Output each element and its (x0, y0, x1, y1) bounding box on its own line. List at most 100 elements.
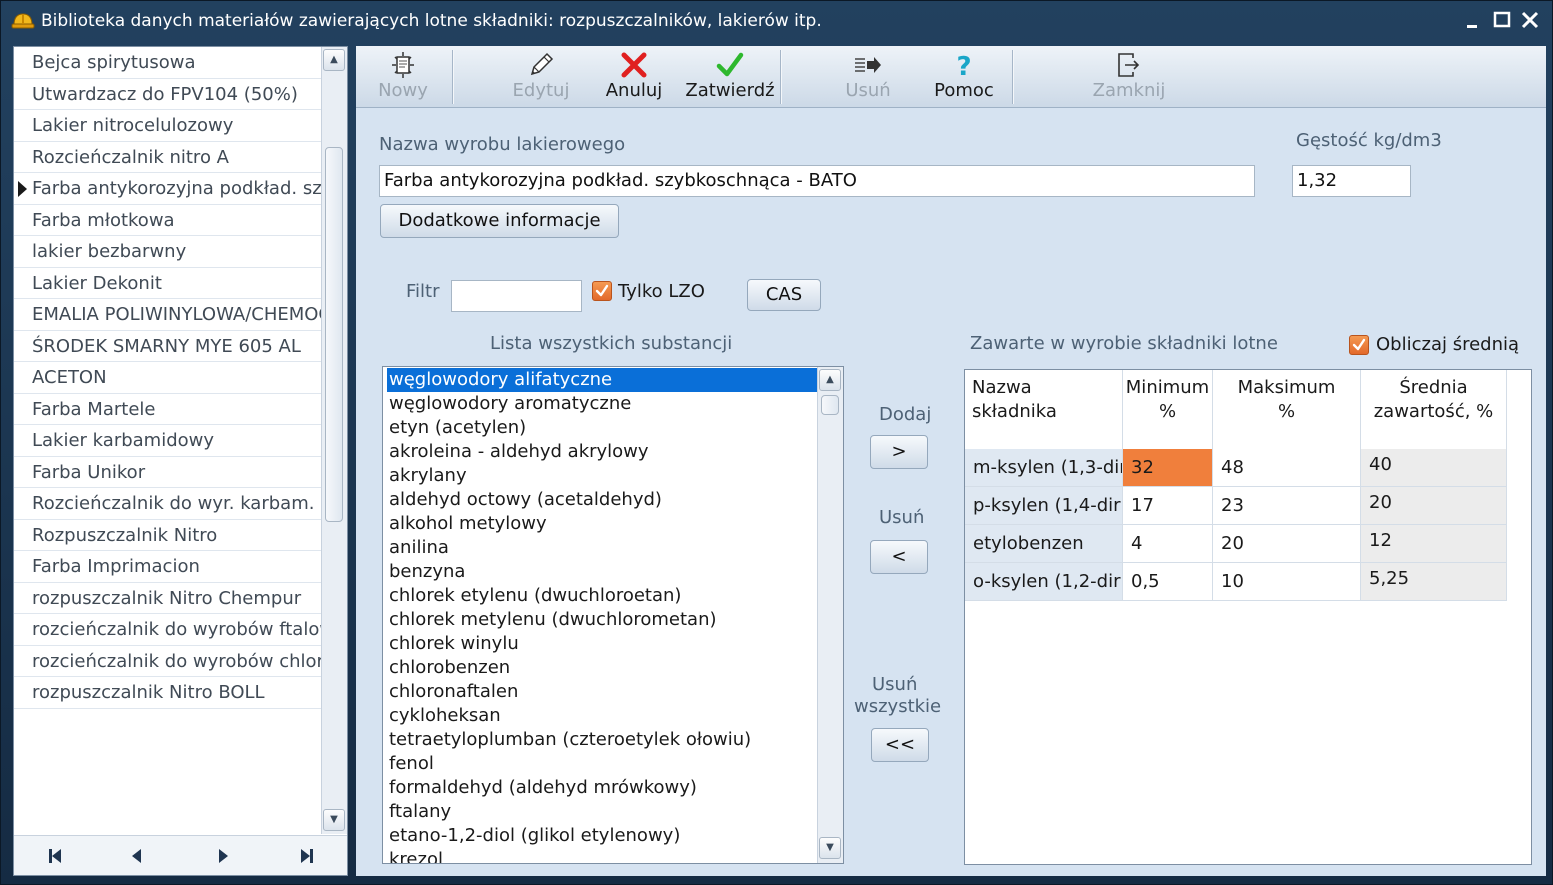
grid-cell-min[interactable]: 4 (1123, 525, 1213, 563)
substance-item[interactable]: chlorobenzen (387, 656, 817, 680)
substance-item[interactable]: chlorek winylu (387, 632, 817, 656)
list-item[interactable]: Lakier karbamidowy (14, 425, 321, 457)
substances-scrollbar[interactable]: ▲ ▼ (817, 367, 843, 863)
scroll-thumb[interactable] (821, 395, 839, 415)
density-input[interactable]: 1,32 (1292, 165, 1411, 197)
substance-item[interactable]: chlorek metylenu (dwuchlorometan) (387, 608, 817, 632)
components-grid[interactable]: Nazwa składnika Minimum % Maksimum % Śre… (964, 369, 1532, 865)
scroll-up-button[interactable]: ▲ (323, 49, 345, 71)
list-item[interactable]: EMALIA POLIWINYLOWA/CHEMOC (14, 299, 321, 331)
grid-cell-max[interactable]: 10 (1213, 563, 1361, 601)
substance-item[interactable]: cykloheksan (387, 704, 817, 728)
grid-cell-avg[interactable]: 5,25 (1361, 563, 1507, 601)
list-item[interactable]: rozpuszczalnik Nitro BOLL (14, 677, 321, 709)
substance-item[interactable]: alkohol metylowy (387, 512, 817, 536)
substance-item[interactable]: etyn (acetylen) (387, 416, 817, 440)
substances-list[interactable]: węglowodory alifatyczne węglowodory aroma… (382, 366, 844, 864)
previous-record-button[interactable] (122, 844, 152, 868)
grid-cell-avg[interactable]: 20 (1361, 487, 1507, 525)
grid-cell-avg[interactable]: 12 (1361, 525, 1507, 563)
product-list-scrollbar[interactable]: ▲ ▼ (321, 47, 347, 834)
substance-item[interactable]: akrylany (387, 464, 817, 488)
list-item[interactable]: rozcieńczalnik do wyrobów chloro (14, 646, 321, 677)
grid-cell-min[interactable]: 32 (1123, 449, 1213, 487)
only-lzo-checkbox[interactable] (592, 281, 612, 301)
substance-item[interactable]: chloronaftalen (387, 680, 817, 704)
list-item[interactable]: rozpuszczalnik Nitro Chempur (14, 583, 321, 614)
scroll-down-button[interactable]: ▼ (819, 837, 841, 859)
first-record-button[interactable] (40, 844, 70, 868)
last-record-button[interactable] (292, 844, 322, 868)
substance-item[interactable]: aldehyd octowy (acetaldehyd) (387, 488, 817, 512)
substance-item[interactable]: akroleina - aldehyd akrylowy (387, 440, 817, 464)
grid-cell-max[interactable]: 20 (1213, 525, 1361, 563)
list-item[interactable]: Farba antykorozyjna podkład. szy (14, 173, 321, 205)
list-item[interactable]: Farba młotkowa (14, 205, 321, 236)
scroll-down-button[interactable]: ▼ (323, 809, 345, 831)
product-list[interactable]: Bejca spirytusowa Utwardzacz do FPV104 (5… (14, 47, 321, 832)
grid-cell-min[interactable]: 0,5 (1123, 563, 1213, 601)
confirm-button[interactable]: Zatwierdź (682, 46, 778, 108)
new-button[interactable]: Nowy (356, 46, 450, 108)
filter-input[interactable] (451, 280, 582, 312)
remove-button[interactable]: < (870, 540, 928, 574)
substance-item[interactable]: krezol (387, 848, 817, 863)
substance-item[interactable]: chlorek etylenu (dwuchloroetan) (387, 584, 817, 608)
list-item[interactable]: Rozcieńczalnik do wyr. karbam. (14, 488, 321, 520)
title-bar[interactable]: Biblioteka danych materiałów zawierający… (1, 1, 1553, 41)
list-item[interactable]: Farba Imprimacion (14, 551, 321, 583)
app-helmet-icon (11, 9, 35, 33)
next-record-button[interactable] (208, 844, 238, 868)
header-min-line2: % (1158, 401, 1177, 422)
grid-cell-name[interactable]: etylobenzen (965, 525, 1123, 563)
substance-item[interactable]: formaldehyd (aldehyd mrówkowy) (387, 776, 817, 800)
grid-cell-name[interactable]: p-ksylen (1,4-dir (965, 487, 1123, 525)
substance-item[interactable]: etano-1,2-diol (glikol etylenowy) (387, 824, 817, 848)
substance-item[interactable]: ftalany (387, 800, 817, 824)
cancel-button[interactable]: Anuluj (592, 46, 676, 108)
list-item[interactable]: Rozpuszczalnik Nitro (14, 520, 321, 551)
close-window-button[interactable] (1517, 7, 1543, 33)
edit-button[interactable]: Edytuj (496, 46, 586, 108)
substance-item[interactable]: benzyna (387, 560, 817, 584)
grid-cell-max[interactable]: 23 (1213, 487, 1361, 525)
list-item[interactable]: Farba Martele (14, 394, 321, 425)
list-item[interactable]: Farba Unikor (14, 457, 321, 488)
list-item[interactable]: ŚRODEK SMARNY MYE 605 AL (14, 331, 321, 362)
substance-item[interactable]: węglowodory alifatyczne (387, 368, 817, 392)
header-minimum[interactable]: Minimum % (1123, 370, 1213, 450)
cas-button[interactable]: CAS (747, 279, 821, 311)
header-maximum[interactable]: Maksimum % (1213, 370, 1361, 450)
list-item[interactable]: Lakier nitrocelulozowy (14, 110, 321, 142)
delete-button[interactable]: Usuń (826, 46, 910, 108)
close-form-button[interactable]: Zamknij (1082, 46, 1176, 108)
substance-item[interactable]: węglowodory aromatyczne (387, 392, 817, 416)
minimize-button[interactable] (1459, 7, 1485, 33)
grid-cell-name[interactable]: o-ksylen (1,2-dir (965, 563, 1123, 601)
grid-cell-max[interactable]: 48 (1213, 449, 1361, 487)
substance-item[interactable]: tetraetyloplumban (czteroetylek ołowiu) (387, 728, 817, 752)
list-item[interactable]: Bejca spirytusowa (14, 47, 321, 79)
substance-item[interactable]: anilina (387, 536, 817, 560)
remove-all-button[interactable]: << (871, 728, 929, 762)
grid-cell-min[interactable]: 17 (1123, 487, 1213, 525)
scroll-up-button[interactable]: ▲ (819, 369, 841, 391)
header-name[interactable]: Nazwa składnika (965, 370, 1123, 450)
list-item[interactable]: ACETON (14, 362, 321, 394)
list-item[interactable]: lakier bezbarwny (14, 236, 321, 268)
substance-item[interactable]: fenol (387, 752, 817, 776)
grid-cell-avg[interactable]: 40 (1361, 449, 1507, 487)
add-button[interactable]: > (870, 435, 928, 469)
maximize-button[interactable] (1489, 7, 1515, 33)
list-item[interactable]: Rozcieńczalnik nitro A (14, 142, 321, 173)
list-item[interactable]: rozcieńczalnik do wyrobów ftalow (14, 614, 321, 646)
list-item[interactable]: Lakier Dekonit (14, 268, 321, 299)
calc-average-checkbox[interactable] (1349, 335, 1369, 355)
header-average[interactable]: Średnia zawartość, % (1361, 370, 1507, 450)
additional-info-button[interactable]: Dodatkowe informacje (380, 204, 619, 238)
scroll-thumb[interactable] (325, 147, 343, 522)
grid-cell-name[interactable]: m-ksylen (1,3-dir (965, 449, 1123, 487)
list-item[interactable]: Utwardzacz do FPV104 (50%) (14, 79, 321, 110)
help-button[interactable]: ? Pomoc (922, 46, 1006, 108)
product-name-input[interactable]: Farba antykorozyjna podkład. szybkoschną… (379, 165, 1255, 197)
